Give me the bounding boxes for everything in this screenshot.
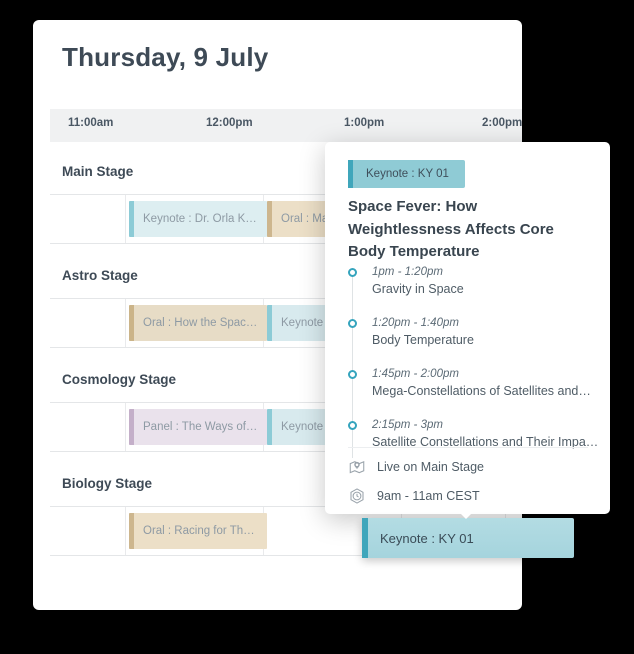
agenda-item[interactable]: 1:45pm - 2:00pm Mega-Constellations of Sa… [348, 366, 598, 403]
popover-divider [348, 447, 588, 448]
agenda-item[interactable]: 1pm - 1:20pm Gravity in Space [348, 264, 598, 301]
timeline-dot-icon [348, 421, 357, 430]
time-tick: 2:00pm [482, 117, 522, 129]
event-accent-bar [129, 201, 134, 237]
timeline-dot-icon [348, 268, 357, 277]
popover-pointer [455, 508, 477, 519]
stage-name: Main Stage [62, 164, 134, 179]
agenda-item[interactable]: 1:20pm - 1:40pm Body Temperature [348, 315, 598, 352]
stage-name: Astro Stage [62, 268, 138, 283]
map-pin-icon [348, 458, 366, 476]
agenda-item-name: Satellite Constellations and Their Impa… [372, 435, 599, 449]
grid-line [125, 403, 126, 451]
grid-line [125, 195, 126, 243]
agenda-item-name: Body Temperature [372, 333, 474, 347]
agenda-item-time: 1:45pm - 2:00pm [372, 368, 459, 380]
selected-event-block[interactable]: Keynote : KY 01 [362, 518, 574, 558]
selected-event-accent-bar [362, 518, 368, 558]
clock-icon [348, 487, 366, 505]
event-block[interactable]: Keynote : Dr. Orla King [129, 201, 267, 237]
session-location: Live on Main Stage [348, 458, 598, 476]
timeline-dot-icon [348, 370, 357, 379]
stage-name: Biology Stage [62, 476, 153, 491]
agenda-item-time: 1:20pm - 1:40pm [372, 317, 459, 329]
event-block[interactable]: Oral : Racing for The… [129, 513, 267, 549]
session-type-badge[interactable]: Keynote : KY 01 [348, 160, 465, 188]
grid-line [125, 507, 126, 555]
page-title: Thursday, 9 July [62, 42, 269, 72]
agenda-item-name: Gravity in Space [372, 282, 464, 296]
time-label: 9am - 11am CEST [377, 489, 480, 503]
event-accent-bar [129, 409, 134, 445]
session-title: Space Fever: How Weightlessness Affects … [348, 198, 554, 260]
event-block[interactable]: Oral : How the Space… [129, 305, 267, 341]
agenda-timeline: 1pm - 1:20pm Gravity in Space 1:20pm - 1:4… [348, 264, 598, 468]
agenda-item-time: 2:15pm - 3pm [372, 419, 443, 431]
timeline-dot-icon [348, 319, 357, 328]
event-label: Keynote : Dr. Orla King [143, 213, 261, 225]
event-accent-bar [267, 305, 272, 341]
selected-event-label: Keynote : KY 01 [380, 530, 474, 546]
event-label: Panel : The Ways of… [143, 421, 258, 433]
agenda-item[interactable]: 2:15pm - 3pm Satellite Constellations and… [348, 417, 598, 454]
event-block[interactable]: Panel : The Ways of… [129, 409, 267, 445]
event-accent-bar [129, 513, 134, 549]
screenshot-root: Thursday, 9 July 11:00am 12:00pm 1:00pm 2:0… [0, 0, 634, 654]
event-label: Oral : Racing for The… [143, 525, 262, 537]
stage-name: Cosmology Stage [62, 372, 177, 387]
event-accent-bar [267, 201, 272, 237]
event-accent-bar [129, 305, 134, 341]
time-tick: 1:00pm [344, 117, 385, 129]
agenda-item-time: 1pm - 1:20pm [372, 266, 443, 278]
location-label: Live on Main Stage [377, 460, 485, 474]
badge-accent-bar [348, 160, 353, 188]
grid-line [125, 299, 126, 347]
time-ruler: 11:00am 12:00pm 1:00pm 2:00pm [50, 109, 522, 142]
session-popover: Keynote : KY 01 Space Fever: How Weightl… [325, 142, 610, 514]
badge-label: Keynote : KY 01 [366, 168, 449, 180]
session-time: 9am - 11am CEST [348, 487, 598, 505]
event-label: Oral : How the Space… [143, 317, 264, 329]
time-tick: 11:00am [68, 117, 114, 129]
agenda-item-name: Mega-Constellations of Satellites and… [372, 384, 591, 398]
event-accent-bar [267, 409, 272, 445]
time-tick: 12:00pm [206, 117, 253, 129]
